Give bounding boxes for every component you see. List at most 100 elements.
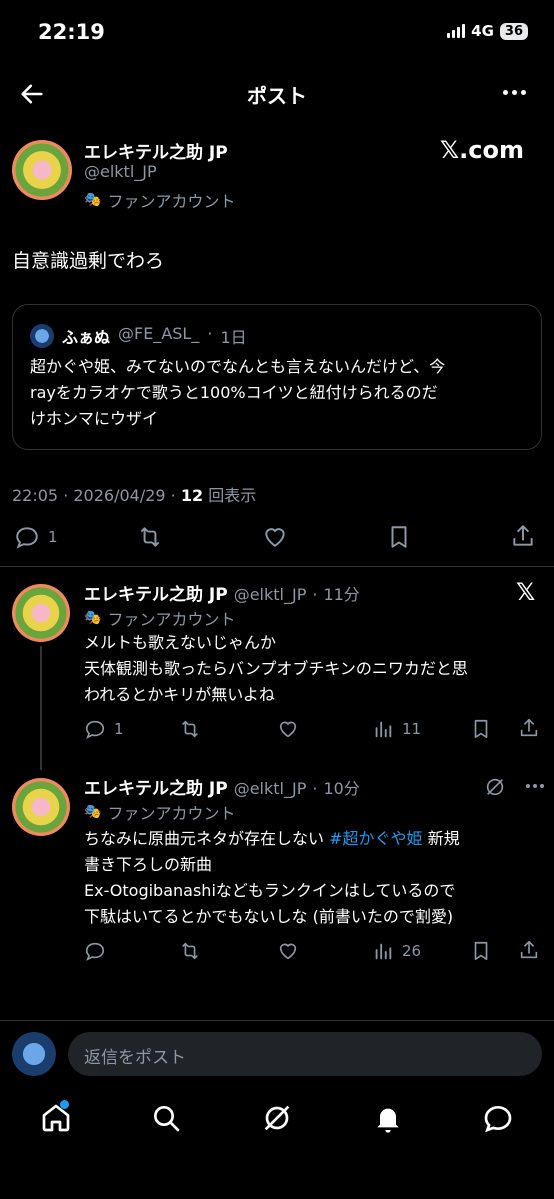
reply-line: 下駄はいてるとかでもないしな (前書いたので割愛)	[84, 907, 454, 926]
reply-composer-input[interactable]: 返信をポスト	[68, 1032, 542, 1076]
quote-author-handle: @FE_ASL_	[118, 324, 200, 343]
grok-icon	[264, 1105, 290, 1131]
theater-mask-icon: 🎭	[84, 610, 102, 626]
reply-line: メルトも歌えないじゃんか	[84, 633, 277, 652]
reply-icon	[85, 942, 105, 961]
post-text: 自意識過剰でわろ	[12, 250, 165, 272]
like-button[interactable]	[261, 524, 289, 550]
bookmark-button[interactable]	[386, 524, 412, 550]
reply-count: 1	[114, 720, 124, 738]
source-badge: 𝕏.com	[439, 136, 524, 164]
quote-avatar	[30, 324, 54, 348]
reply-author-handle[interactable]: @elktl_JP	[234, 779, 307, 798]
post-timestamp: 22:05 · 2026/04/29 ·	[12, 486, 181, 505]
signal-icon	[447, 24, 466, 38]
tab-home[interactable]	[40, 1100, 72, 1134]
reply-author-name[interactable]: エレキテル之助 JP	[84, 580, 228, 605]
post-meta: 22:05 · 2026/04/29 · 12 回表示	[12, 482, 256, 506]
views-count: 11	[402, 720, 422, 738]
reply-line: Ex-Otogibanashiなどもランクインはしているので	[84, 881, 456, 900]
reply-line: われるとかキリが無いよね	[84, 685, 275, 704]
search-icon	[154, 1106, 180, 1132]
like-icon	[279, 943, 297, 960]
tab-grok[interactable]	[261, 1102, 293, 1134]
tab-messages[interactable]	[482, 1102, 514, 1134]
share-button[interactable]	[518, 716, 540, 740]
reply-time: 11分	[323, 585, 360, 604]
composer-avatar	[12, 1032, 56, 1076]
x-logo-icon: 𝕏	[516, 578, 536, 606]
views-button[interactable]: 11	[372, 718, 421, 740]
tab-notifications[interactable]	[372, 1102, 404, 1134]
fan-account-label: 🎭 ファンアカウント	[84, 804, 236, 823]
author-name[interactable]: エレキテル之助 JP	[84, 138, 228, 163]
reply-text: ちなみに原曲元ネタが存在しない #超かぐや姫 新規 書き下ろしの新曲 Ex-Ot…	[84, 826, 460, 930]
share-button[interactable]	[518, 938, 540, 962]
fan-account-label: 🎭 ファンアカウント	[84, 610, 236, 629]
bookmark-button[interactable]	[470, 718, 492, 740]
bookmark-icon	[474, 719, 488, 739]
quote-line: rayをカラオケで歌うと100%コイツと紐付けられるのだ	[30, 383, 438, 402]
hashtag-link[interactable]: #超かぐや姫	[329, 829, 422, 848]
author-handle[interactable]: @elktl_JP	[84, 162, 157, 181]
notifications-icon	[377, 1108, 399, 1133]
share-icon	[513, 525, 533, 546]
reply-button[interactable]: 1	[14, 524, 58, 550]
page-title: ポスト	[247, 84, 307, 108]
reply-text-part: 新規	[422, 829, 460, 848]
quote-line: 超かぐや姫、みてないのでなんとも言えないんだけど、今	[30, 357, 446, 376]
like-icon	[279, 721, 297, 738]
theater-mask-icon: 🎭	[84, 192, 102, 208]
reply-author-handle[interactable]: @elktl_JP	[234, 585, 307, 604]
reply-count: 1	[48, 528, 58, 546]
repost-button[interactable]	[178, 940, 202, 962]
quote-line: けホンマにウザイ	[30, 409, 159, 428]
reply-button[interactable]: 1	[84, 718, 124, 740]
reply-author-name[interactable]: エレキテル之助 JP	[84, 774, 228, 799]
divider	[0, 566, 554, 567]
bookmark-button[interactable]	[470, 940, 492, 962]
reply-line: ちなみに原曲元ネタが存在しない #超かぐや姫 新規	[84, 826, 460, 852]
quote-text: 超かぐや姫、みてないのでなんとも言えないんだけど、今 rayをカラオケで歌うと1…	[30, 354, 445, 432]
reply-header: エレキテル之助 JP @elktl_JP · 11分	[84, 580, 360, 605]
meta-dot: ·	[312, 585, 318, 604]
messages-icon	[484, 1105, 512, 1133]
like-button[interactable]	[276, 940, 300, 962]
quote-dot: ·	[207, 324, 213, 343]
quote-header: ふぁぬ @FE_ASL_ · 1日	[62, 324, 247, 348]
reply-text-part: ちなみに原曲元ネタが存在しない	[84, 829, 330, 848]
more-icon[interactable]	[526, 784, 544, 788]
reply-button[interactable]	[84, 940, 106, 962]
fan-account-label: 🎭 ファンアカウント	[84, 192, 236, 211]
notification-dot	[60, 1100, 69, 1109]
repost-icon	[140, 527, 160, 547]
views-icon	[375, 721, 392, 738]
avatar[interactable]	[12, 778, 70, 836]
grok-icon[interactable]	[484, 776, 506, 798]
tab-search[interactable]	[150, 1102, 182, 1134]
reply-icon	[85, 720, 105, 739]
share-icon	[520, 940, 538, 959]
reply-line: 天体観測も歌ったらバンプオブチキンのニワカだと思	[84, 659, 468, 678]
reply-icon	[16, 527, 38, 549]
views-icon	[375, 943, 392, 960]
views-count: 12	[180, 486, 204, 505]
views-count: 26	[402, 942, 422, 960]
more-icon[interactable]	[503, 90, 526, 95]
quote-author-name: ふぁぬ	[62, 328, 111, 347]
avatar[interactable]	[12, 140, 72, 200]
repost-button[interactable]	[136, 524, 164, 550]
repost-button[interactable]	[178, 718, 202, 740]
bookmark-icon	[474, 941, 488, 961]
theater-mask-icon: 🎭	[84, 804, 102, 820]
views-button[interactable]: 26	[372, 940, 421, 962]
avatar[interactable]	[12, 584, 70, 642]
share-button[interactable]	[510, 522, 536, 550]
like-icon	[265, 528, 285, 547]
repost-icon	[182, 720, 198, 738]
bookmark-icon	[391, 526, 407, 548]
reply-header: エレキテル之助 JP @elktl_JP · 10分	[84, 774, 360, 799]
battery-level: 36	[499, 22, 528, 40]
divider	[0, 1020, 554, 1021]
like-button[interactable]	[276, 718, 300, 740]
